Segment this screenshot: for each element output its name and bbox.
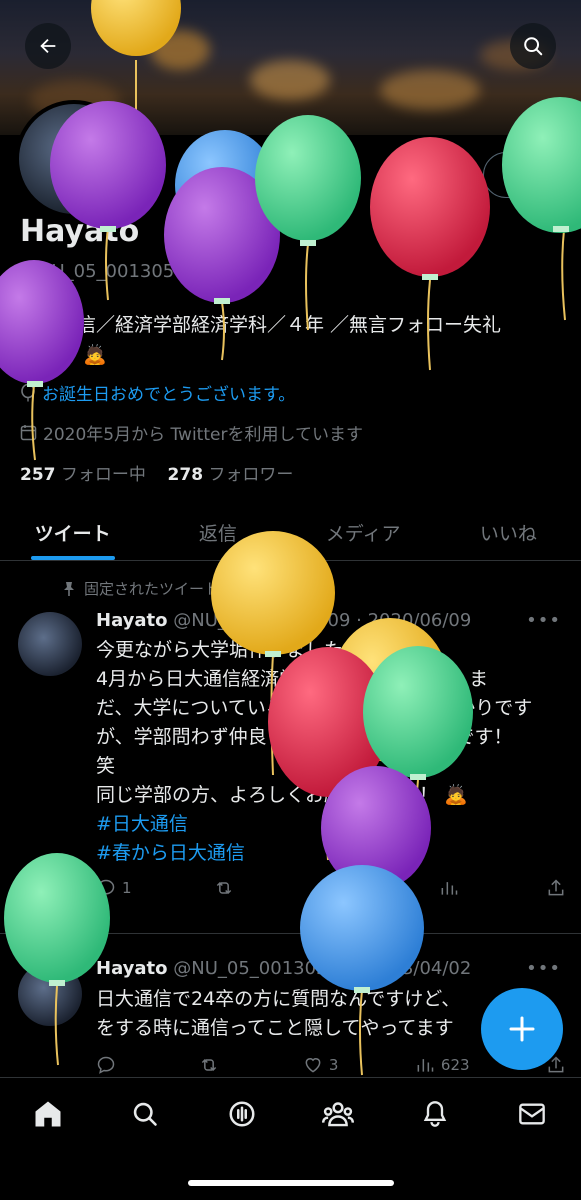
nav-messages[interactable]: [512, 1094, 552, 1134]
balloon-green: [4, 853, 110, 1066]
home-icon: [35, 1101, 61, 1127]
balloon-green: [255, 115, 361, 331]
notifications-icon: [423, 1101, 447, 1127]
search-icon: [133, 1102, 157, 1126]
balloon-red: [370, 137, 490, 371]
balloon-green: [502, 97, 581, 321]
spaces-icon: [229, 1101, 255, 1127]
home-indicator: [188, 1180, 394, 1186]
balloon-purple: [0, 260, 84, 461]
plus-icon: [509, 1016, 535, 1042]
messages-icon: [519, 1103, 545, 1125]
nav-search[interactable]: [125, 1094, 165, 1134]
balloon-purple: [50, 101, 166, 301]
compose-tweet-button[interactable]: [481, 988, 563, 1070]
balloon-blue: [300, 865, 424, 1076]
nav-notifications[interactable]: [415, 1094, 455, 1134]
nav-communities[interactable]: [318, 1094, 358, 1134]
nav-spaces[interactable]: [222, 1094, 262, 1134]
nav-home[interactable]: [28, 1094, 68, 1134]
communities-icon: [322, 1102, 354, 1127]
